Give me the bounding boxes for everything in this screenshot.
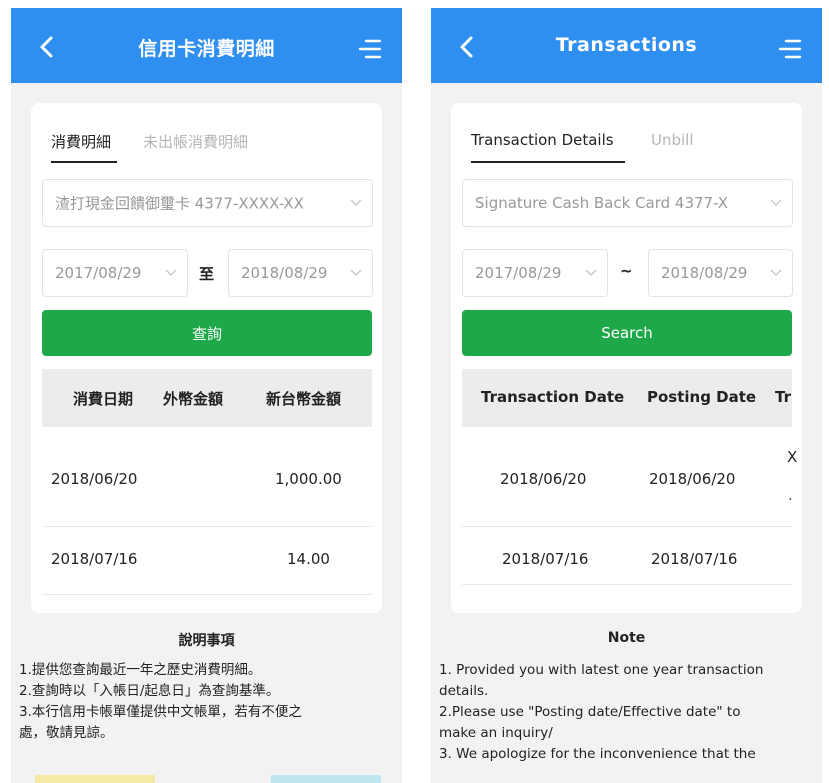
notes-list: 1. Provided you with latest one year tra… <box>439 660 810 765</box>
back-arrow-icon[interactable] <box>35 35 59 59</box>
chevron-down-icon <box>585 269 597 277</box>
search-button[interactable]: Search <box>462 310 792 356</box>
row-divider <box>42 594 372 595</box>
table-cell: 2018/07/16 <box>51 550 138 568</box>
notes-list: 1.提供您查詢最近一年之歷史消費明細。 2.查詢時以「入帳日/起息日」為查詢基準… <box>19 660 390 744</box>
date-to-select[interactable]: 2018/08/29 <box>648 249 793 297</box>
chevron-down-icon <box>770 269 782 277</box>
note-line: details. <box>439 683 489 699</box>
column-header: Posting Date <box>647 388 757 406</box>
column-header: Transaction Date <box>481 388 625 406</box>
chevron-down-icon <box>350 199 362 207</box>
date-from-select[interactable]: 2017/08/29 <box>462 249 608 297</box>
tab-transaction-details[interactable]: 消費明細 <box>51 131 111 152</box>
table-cell: 2018/06/20 <box>649 470 736 488</box>
note-line: 處，敬請見諒。 <box>19 725 114 741</box>
column-header: 外幣金額 <box>163 390 224 408</box>
app-header: Transactions <box>431 8 822 83</box>
note-line: 2.Please use "Posting date/Effective dat… <box>439 704 741 720</box>
column-header: 新台幣金額 <box>266 390 342 408</box>
date-from-value: 2017/08/29 <box>55 264 142 282</box>
phone-screen-chinese: 信用卡消費明細 消費明細 未出帳消費明細 渣打現金回饋御璽卡 4377-XXXX… <box>11 8 402 783</box>
back-arrow-icon[interactable] <box>455 35 479 59</box>
notes-title: Note <box>607 630 646 646</box>
note-line: 1. Provided you with latest one year tra… <box>439 662 764 678</box>
page-title: 信用卡消費明細 <box>138 38 275 60</box>
column-header: 消費日期 <box>73 390 134 408</box>
note-line: 1.提供您查詢最近一年之歷史消費明細。 <box>19 662 262 678</box>
table-cell: 1,000.00 <box>275 470 342 488</box>
notes-title: 說明事項 <box>178 633 235 649</box>
date-separator: 至 <box>199 265 215 283</box>
table-cell: X <box>787 448 798 466</box>
row-divider <box>462 584 792 585</box>
note-line: 3.本行信用卡帳單僅提供中文帳單，若有不便之 <box>19 704 302 720</box>
chevron-down-icon <box>165 269 177 277</box>
chevron-down-icon <box>770 199 782 207</box>
app-header: 信用卡消費明細 <box>11 8 402 83</box>
table-cell: 2018/06/20 <box>51 470 138 488</box>
tab-unbilled[interactable]: 未出帳消費明細 <box>143 131 248 152</box>
date-to-value: 2018/08/29 <box>661 264 748 282</box>
table-cell: 2018/06/20 <box>500 470 587 488</box>
card-select-value: 渣打現金回饋御璽卡 4377-XXXX-XX <box>55 194 304 213</box>
phone-screen-english: Transactions Transaction Details Unbill … <box>431 8 822 783</box>
date-from-select[interactable]: 2017/08/29 <box>42 249 188 297</box>
row-divider <box>42 526 372 527</box>
card-select[interactable]: 渣打現金回饋御璽卡 4377-XXXX-XX <box>42 179 373 227</box>
chevron-down-icon <box>350 269 362 277</box>
table-cell: 2018/07/16 <box>651 550 738 568</box>
note-line: make an inquiry/ <box>439 725 553 741</box>
tab-transaction-details[interactable]: Transaction Details <box>471 131 614 149</box>
tab-unbilled[interactable]: Unbill <box>651 131 694 149</box>
tab-underline <box>471 161 625 163</box>
date-separator: ~ <box>620 262 633 280</box>
note-line: 2.查詢時以「入帳日/起息日」為查詢基準。 <box>19 683 280 699</box>
table-header: 消費日期 外幣金額 新台幣金額 <box>42 369 372 427</box>
card-select-value: Signature Cash Back Card 4377-X <box>475 194 729 212</box>
date-to-value: 2018/08/29 <box>241 264 328 282</box>
table-cell: 2018/07/16 <box>502 550 589 568</box>
column-header: Tr <box>775 388 791 406</box>
truncated-mark: . <box>788 486 793 504</box>
transaction-card: Transaction Details Unbill Signature Cas… <box>451 103 802 613</box>
tab-underline <box>51 161 117 163</box>
transaction-card: 消費明細 未出帳消費明細 渣打現金回饋御璽卡 4377-XXXX-XX 2017… <box>31 103 382 613</box>
page-title: Transactions <box>555 34 698 56</box>
row-divider <box>462 526 792 527</box>
table-header: Transaction Date Posting Date Tr <box>462 369 792 427</box>
search-button[interactable]: 查詢 <box>42 310 372 356</box>
banner-edge <box>271 775 381 783</box>
note-line: 3. We apologize for the inconvenience th… <box>439 746 756 762</box>
table-cell: 14.00 <box>287 550 330 568</box>
date-from-value: 2017/08/29 <box>475 264 562 282</box>
menu-icon[interactable] <box>778 38 802 60</box>
banner-edge <box>35 775 155 783</box>
card-select[interactable]: Signature Cash Back Card 4377-X <box>462 179 793 227</box>
menu-icon[interactable] <box>358 38 382 60</box>
date-to-select[interactable]: 2018/08/29 <box>228 249 373 297</box>
